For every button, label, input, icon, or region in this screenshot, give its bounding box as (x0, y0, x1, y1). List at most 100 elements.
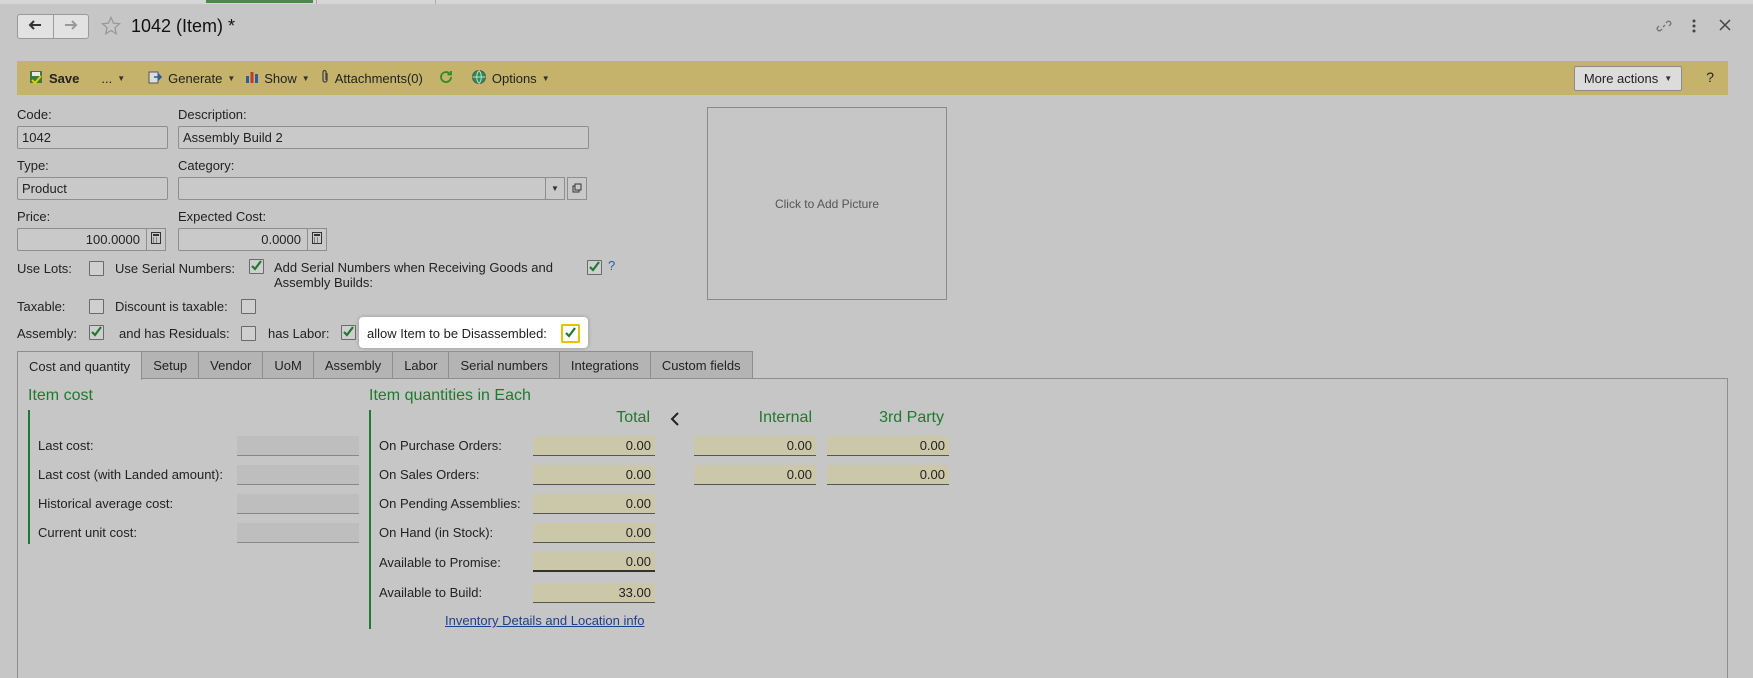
picture-upload-area[interactable]: Click to Add Picture (707, 107, 947, 300)
add-serial-numbers-label-line1: Add Serial Numbers when Receiving Goods … (274, 260, 553, 275)
show-button[interactable]: Show ▼ (240, 61, 314, 95)
price-label: Price: (17, 209, 51, 224)
refresh-icon (439, 70, 453, 87)
chevron-down-icon: ▼ (301, 73, 310, 83)
description-label: Description: (178, 107, 247, 122)
close-icon[interactable] (1718, 18, 1732, 35)
chevron-down-icon: ▼ (551, 184, 559, 193)
taxable-checkbox[interactable] (89, 299, 104, 314)
on-sales-orders-total[interactable]: 0.00 (533, 465, 655, 485)
window-tab[interactable] (316, 0, 436, 4)
more-dots-button[interactable]: ... ▼ (96, 61, 130, 95)
chevron-down-icon: ▼ (541, 73, 550, 83)
tab-assembly[interactable]: Assembly (312, 351, 394, 379)
help-button[interactable]: ? (1706, 69, 1714, 85)
on-purchase-orders-internal[interactable]: 0.00 (694, 436, 816, 456)
options-globe-icon (471, 69, 487, 88)
arrow-left-icon (28, 19, 42, 34)
on-purchase-orders-third-party[interactable]: 0.00 (827, 436, 949, 456)
link-icon[interactable] (1656, 18, 1672, 37)
available-to-build-total[interactable]: 33.00 (533, 583, 655, 603)
show-label: Show (264, 70, 297, 86)
use-lots-checkbox[interactable] (89, 261, 104, 276)
tab-serial-numbers[interactable]: Serial numbers (448, 351, 560, 379)
available-to-promise-label: Available to Promise: (379, 555, 501, 570)
expected-cost-label: Expected Cost: (178, 209, 267, 224)
allow-disassemble-checkbox[interactable] (561, 324, 580, 343)
bar-chart-icon (245, 70, 259, 87)
on-sales-orders-third-party[interactable]: 0.00 (827, 465, 949, 485)
arrow-right-icon (64, 19, 78, 34)
save-label: Save (49, 70, 80, 86)
historical-average-cost-field[interactable] (237, 494, 359, 514)
item-quantities-divider (369, 410, 371, 629)
refresh-button[interactable] (434, 61, 458, 95)
category-dropdown-button[interactable]: ▼ (545, 177, 565, 200)
inventory-details-link[interactable]: Inventory Details and Location info (445, 613, 644, 628)
available-to-build-label: Available to Build: (379, 585, 483, 600)
checkmark-icon (588, 260, 601, 276)
current-unit-cost-label: Current unit cost: (38, 525, 137, 540)
star-outline-icon[interactable] (100, 15, 122, 39)
save-button[interactable]: Save (23, 61, 84, 95)
expected-cost-calculator-button[interactable] (307, 228, 327, 251)
on-purchase-orders-total[interactable]: 0.00 (533, 436, 655, 456)
code-field[interactable]: 1042 (17, 126, 168, 149)
tab-uom[interactable]: UoM (262, 351, 314, 379)
checkmark-icon (250, 259, 263, 275)
add-serial-numbers-checkbox[interactable] (587, 260, 602, 275)
forward-button[interactable] (52, 15, 89, 38)
use-serial-numbers-checkbox[interactable] (249, 259, 264, 274)
chevron-down-icon: ▼ (1664, 74, 1673, 83)
on-hand-label: On Hand (in Stock): (379, 525, 494, 540)
back-button[interactable] (18, 15, 53, 38)
add-serial-numbers-label-line2: Assembly Builds: (274, 275, 373, 290)
category-field[interactable] (178, 177, 546, 200)
has-labor-checkbox[interactable] (341, 325, 356, 340)
has-labor-label: has Labor: (268, 326, 330, 341)
generate-button[interactable]: Generate ▼ (142, 61, 240, 95)
attachments-label: Attachments(0) (334, 70, 423, 86)
chevron-down-icon: ▼ (117, 73, 126, 83)
more-actions-button[interactable]: More actions ▼ (1574, 66, 1682, 91)
page-title: 1042 (Item) * (131, 16, 236, 36)
on-purchase-orders-label: On Purchase Orders: (379, 438, 502, 453)
tab-labor[interactable]: Labor (392, 351, 450, 379)
tab-integrations[interactable]: Integrations (558, 351, 651, 379)
has-residuals-checkbox[interactable] (241, 326, 256, 341)
allow-disassemble-label: allow Item to be Disassembled: (367, 326, 547, 341)
description-field[interactable]: Assembly Build 2 (178, 126, 589, 149)
kebab-menu-icon[interactable] (1691, 18, 1697, 37)
price-calculator-button[interactable] (146, 228, 166, 251)
tab-vendor[interactable]: Vendor (198, 351, 264, 379)
on-pending-assemblies-total[interactable]: 0.00 (533, 494, 655, 514)
expected-cost-field[interactable]: 0.0000 (178, 228, 308, 251)
options-button[interactable]: Options ▼ (466, 61, 555, 95)
type-field[interactable]: Product (17, 177, 168, 200)
chevron-down-icon: ▼ (227, 73, 236, 83)
price-field[interactable]: 100.0000 (17, 228, 147, 251)
on-sales-orders-internal[interactable]: 0.00 (694, 465, 816, 485)
available-to-promise-total[interactable]: 0.00 (533, 552, 655, 572)
paperclip-icon (320, 69, 330, 88)
item-cost-divider (28, 410, 30, 544)
tab-setup[interactable]: Setup (141, 351, 200, 379)
tab-cost-and-quantity[interactable]: Cost and quantity (17, 351, 143, 380)
save-icon (28, 69, 44, 88)
total-column-header: Total (616, 409, 650, 426)
assembly-checkbox[interactable] (89, 325, 104, 340)
discount-taxable-checkbox[interactable] (241, 299, 256, 314)
category-open-button[interactable] (567, 177, 587, 200)
category-label: Category: (178, 158, 235, 173)
use-serial-numbers-label: Use Serial Numbers: (115, 261, 235, 276)
last-cost-landed-field[interactable] (237, 465, 359, 485)
open-window-icon (572, 181, 582, 196)
chevron-left-icon[interactable] (669, 411, 681, 430)
has-residuals-label: and has Residuals: (119, 326, 230, 341)
current-unit-cost-field[interactable] (237, 523, 359, 543)
tab-custom-fields[interactable]: Custom fields (649, 351, 753, 379)
last-cost-field[interactable] (237, 436, 359, 456)
add-serial-help-link[interactable]: ? (608, 258, 615, 273)
on-hand-total[interactable]: 0.00 (533, 523, 655, 543)
attachments-button[interactable]: Attachments(0) (315, 61, 428, 95)
